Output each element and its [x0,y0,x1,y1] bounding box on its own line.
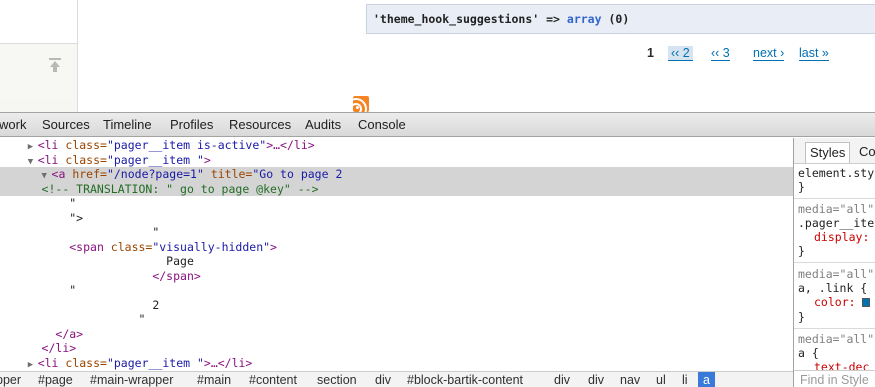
styles-tabbar: Styles Co [794,138,875,164]
tree-comment[interactable]: <!-- TRANSLATION: " go to page @key" --> [0,181,793,196]
breadcrumb-item[interactable]: section [317,372,357,387]
tab-console[interactable]: Console [358,117,406,132]
rule-brace: } [798,180,805,194]
rule-brace: } [798,244,805,258]
tab-styles[interactable]: Styles [805,142,851,163]
rule-brace: } [798,310,805,324]
style-property[interactable]: color: [814,295,871,309]
dump-key: 'theme_hook_suggestions' [373,12,540,26]
tree-text[interactable]: "> [0,211,793,226]
expand-triangle-icon[interactable]: ▶ [28,358,38,372]
tree-node[interactable]: ▶ <li class="pager__item is-active">…</li… [0,138,793,153]
tree-text[interactable]: " [0,196,793,211]
color-swatch-icon[interactable] [862,298,871,307]
tab-computed[interactable]: Co [855,142,875,163]
rule-selector[interactable]: .pager__ite [798,216,874,230]
dump-arrow: => [546,12,560,26]
pager: 1 ‹‹ 2 ‹‹ 3 next › last » [0,46,875,66]
devel-dump-row: 'theme_hook_suggestions' => array (0) [366,4,875,34]
style-property[interactable]: display: [814,230,869,244]
tab-sources[interactable]: Sources [42,117,90,132]
breadcrumb-item[interactable]: div [588,372,604,387]
dump-count: (0) [608,12,630,26]
pager-page-3-link[interactable]: ‹‹ 3 [711,46,730,61]
breadcrumb-item[interactable]: #content [249,372,297,387]
breadcrumb-item[interactable]: #main-wrapper [90,372,173,387]
pager-last-link[interactable]: last » [799,46,829,61]
media-label: media="all" [798,332,875,346]
tree-node[interactable]: <span class="visually-hidden"> [0,240,793,255]
dump-type[interactable]: array [567,12,602,26]
media-label: media="all" [798,202,875,216]
tree-text[interactable]: Page [0,254,793,269]
tree-node-selected[interactable]: ▼ <a href="/node?page=1" title="Go to pag… [0,167,793,182]
breadcrumb-item[interactable]: div [554,372,570,387]
rule-divider [794,262,875,263]
elements-tree: ▶ <li class="pager__item is-active">…</li… [0,138,793,371]
pager-current: 1 [647,46,654,60]
breadcrumb-item[interactable]: li [682,372,688,387]
dom-breadcrumb: pper #page #main-wrapper #main #content … [0,371,793,387]
breadcrumb-item[interactable]: #main [197,372,231,387]
pager-page-2-link[interactable]: ‹‹ 2 [668,46,693,61]
breadcrumb-item[interactable]: ul [656,372,666,387]
tree-node[interactable]: ▶ <li class="pager__item ">…</li> [0,356,793,371]
devtools-tabbar: work Sources Timeline Profiles Resources… [0,113,875,137]
breadcrumb-item-active[interactable]: a [698,372,715,387]
tree-text[interactable]: " [0,225,793,240]
tab-network[interactable]: work [0,117,26,132]
tab-resources[interactable]: Resources [229,117,291,132]
tree-node[interactable]: </a> [0,327,793,342]
page-viewport: 'theme_hook_suggestions' => array (0) 1 … [0,0,875,112]
rule-divider [794,328,875,329]
element-style-selector[interactable]: element.sty [798,166,874,180]
rule-selector[interactable]: a { [798,346,819,360]
tab-audits[interactable]: Audits [305,117,341,132]
tree-text[interactable]: " [0,312,793,327]
rule-divider [794,198,875,199]
breadcrumb-item[interactable]: div [375,372,391,387]
tree-text[interactable]: " [0,283,793,298]
breadcrumb-item[interactable]: pper [0,372,21,387]
styles-filter-input[interactable]: Find in Style [794,370,875,387]
breadcrumb-item[interactable]: #block-bartik-content [407,372,523,387]
tree-node[interactable]: ▼ <li class="pager__item "> [0,153,793,168]
pager-next-link[interactable]: next › [753,46,785,61]
tree-text[interactable]: 2 [0,298,793,313]
breadcrumb-item[interactable]: #page [38,372,73,387]
rss-feed-icon[interactable] [353,96,369,112]
breadcrumb-item[interactable]: nav [620,372,640,387]
styles-sidebar: Styles Co element.sty } media="all" .pag… [793,138,875,387]
tree-node[interactable]: </li> [0,341,793,356]
sidebar-block [0,0,77,44]
tree-node[interactable]: </span> [0,269,793,284]
rule-selector[interactable]: a, .link { [798,281,867,295]
tab-profiles[interactable]: Profiles [170,117,213,132]
media-label: media="all" [798,267,875,281]
devtools-panel: work Sources Timeline Profiles Resources… [0,112,875,387]
tab-timeline[interactable]: Timeline [103,117,152,132]
